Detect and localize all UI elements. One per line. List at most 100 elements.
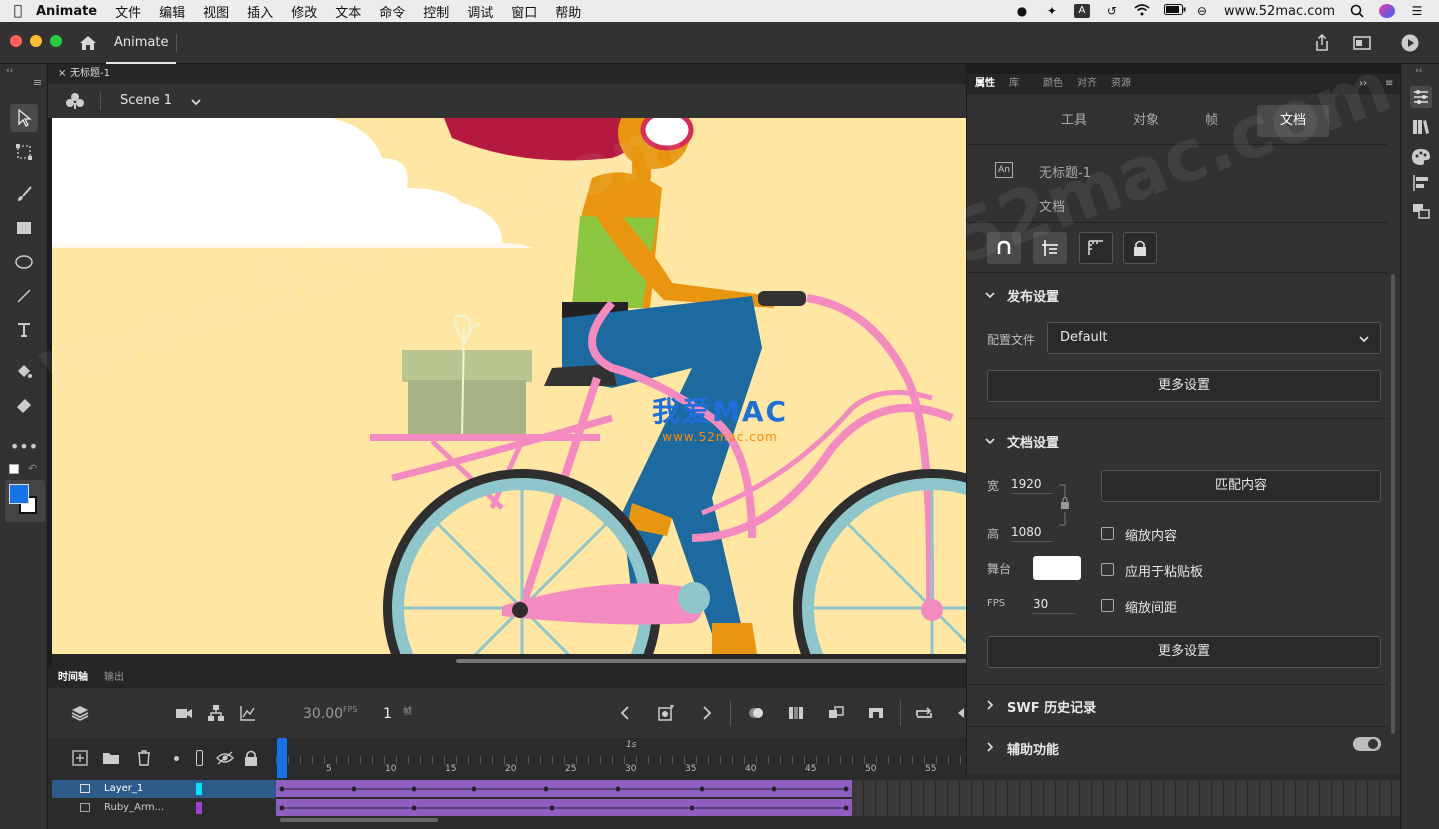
- tab-properties[interactable]: 属性: [975, 74, 995, 94]
- battery-icon[interactable]: [1163, 4, 1186, 18]
- accessibility-title[interactable]: 辅助功能: [1007, 739, 1059, 758]
- layer-name[interactable]: Layer_1: [104, 780, 143, 798]
- accessibility-toggle[interactable]: [1353, 737, 1381, 751]
- menu-window[interactable]: 窗口: [511, 2, 537, 21]
- fill-color-swatch[interactable]: [9, 484, 29, 504]
- snap-to-objects-button[interactable]: [987, 232, 1021, 264]
- camera-icon[interactable]: [174, 703, 194, 723]
- layer-depth-icon[interactable]: [70, 703, 90, 723]
- color-panel-icon[interactable]: [1410, 146, 1432, 168]
- user-switch-icon[interactable]: ⊖: [1194, 4, 1210, 18]
- minimize-window-button[interactable]: [30, 35, 42, 47]
- next-frame-icon[interactable]: [696, 703, 716, 723]
- library-panel-icon[interactable]: [1410, 116, 1432, 138]
- publish-more-settings-button[interactable]: 更多设置: [987, 370, 1381, 402]
- input-method-icon[interactable]: A: [1073, 4, 1090, 18]
- text-tool-icon[interactable]: [10, 316, 38, 344]
- insert-blank-keyframe-icon[interactable]: [866, 703, 886, 723]
- loop-playback-icon[interactable]: [914, 703, 934, 723]
- swf-history-title[interactable]: SWF 历史记录: [1007, 697, 1096, 716]
- document-tab[interactable]: × 无标题-1: [56, 64, 110, 84]
- apply-pasteboard-checkbox[interactable]: [1101, 563, 1114, 576]
- time-machine-icon[interactable]: ↺: [1104, 4, 1120, 18]
- subtab-document[interactable]: 文档: [1257, 105, 1329, 137]
- stage-canvas[interactable]: 我爱MAC www.52mac.com: [52, 118, 966, 654]
- home-icon[interactable]: [78, 33, 98, 53]
- menu-text[interactable]: 文本: [335, 2, 361, 21]
- menu-file[interactable]: 文件: [115, 2, 141, 21]
- scene-dropdown-chevron-icon[interactable]: [190, 96, 202, 110]
- new-folder-icon[interactable]: [102, 750, 120, 769]
- menu-edit[interactable]: 编辑: [159, 2, 185, 21]
- link-dimensions-icon[interactable]: [1059, 484, 1071, 529]
- apple-menu-icon[interactable]: : [0, 3, 36, 19]
- panel-collapse-icon[interactable]: ››: [1359, 74, 1367, 94]
- ghost-status-icon[interactable]: ●: [1014, 4, 1030, 18]
- rectangle-tool-icon[interactable]: [10, 214, 38, 242]
- accessibility-chevron-icon[interactable]: [985, 742, 995, 752]
- close-document-icon[interactable]: ×: [58, 64, 66, 84]
- hide-layers-icon[interactable]: [216, 750, 234, 769]
- tab-library[interactable]: 库: [1009, 74, 1019, 94]
- previous-frame-icon[interactable]: [616, 703, 636, 723]
- puzzle-status-icon[interactable]: ✦: [1044, 4, 1060, 18]
- publish-section-chevron-icon[interactable]: [985, 290, 995, 300]
- paint-bucket-tool-icon[interactable]: [10, 358, 38, 386]
- scene-name[interactable]: Scene 1: [120, 84, 172, 118]
- panel-menu-icon[interactable]: ≡: [1385, 74, 1393, 94]
- scale-spacing-checkbox[interactable]: [1101, 599, 1114, 612]
- close-window-button[interactable]: [10, 35, 22, 47]
- layer-color-swatch[interactable]: [196, 783, 202, 795]
- subtab-object[interactable]: 对象: [1119, 105, 1173, 137]
- rulers-button[interactable]: [1079, 232, 1113, 264]
- menu-app-name[interactable]: Animate: [36, 4, 97, 19]
- tab-timeline[interactable]: 时间轴: [58, 668, 88, 688]
- share-icon[interactable]: [1312, 33, 1332, 53]
- highlight-layers-icon[interactable]: [174, 756, 179, 761]
- stage-horizontal-scrollbar[interactable]: [52, 654, 976, 668]
- menu-control[interactable]: 控制: [423, 2, 449, 21]
- menu-commands[interactable]: 命令: [379, 2, 405, 21]
- line-tool-icon[interactable]: [10, 282, 38, 310]
- publish-settings-title[interactable]: 发布设置: [1007, 286, 1059, 305]
- scale-content-checkbox[interactable]: [1101, 527, 1114, 540]
- snap-align-button[interactable]: [1033, 232, 1067, 264]
- workspace-layout-icon[interactable]: [1352, 33, 1372, 53]
- layer-parenting-icon[interactable]: [206, 703, 226, 723]
- assets-panel-icon[interactable]: [1410, 200, 1432, 222]
- selection-tool-icon[interactable]: [10, 104, 38, 132]
- more-tools-icon[interactable]: •••: [10, 432, 38, 460]
- control-center-icon[interactable]: ☰: [1409, 4, 1425, 18]
- frame-grid-scrollbar[interactable]: [280, 818, 438, 822]
- wifi-icon[interactable]: [1134, 4, 1150, 18]
- lock-layers-icon[interactable]: [244, 750, 258, 769]
- doc-more-settings-button[interactable]: 更多设置: [987, 636, 1381, 668]
- create-classic-tween-icon[interactable]: [826, 703, 846, 723]
- menu-debug[interactable]: 调试: [467, 2, 493, 21]
- fps-field[interactable]: 30: [1033, 597, 1075, 614]
- app-tab[interactable]: Animate: [106, 22, 177, 64]
- subtab-tool[interactable]: 工具: [1047, 105, 1101, 137]
- fill-stroke-color-well[interactable]: [5, 480, 45, 522]
- free-transform-tool-icon[interactable]: [10, 138, 38, 166]
- siri-icon[interactable]: [1379, 4, 1395, 18]
- align-panel-icon[interactable]: [1410, 172, 1432, 194]
- stage-scroll-thumb[interactable]: [456, 659, 976, 663]
- tab-assets[interactable]: 资源: [1111, 74, 1131, 94]
- tab-color[interactable]: 颜色: [1043, 74, 1063, 94]
- brush-tool-icon[interactable]: [10, 180, 38, 208]
- delete-layer-icon[interactable]: [136, 749, 152, 770]
- tab-align[interactable]: 对齐: [1077, 74, 1097, 94]
- doc-settings-chevron-icon[interactable]: [985, 436, 995, 446]
- frame-grid[interactable]: [276, 778, 1400, 829]
- stage-color-swatch[interactable]: [1033, 556, 1081, 580]
- properties-scrollbar[interactable]: [1391, 274, 1395, 734]
- tween-span-layer-1[interactable]: [276, 780, 852, 797]
- width-field[interactable]: 1920: [1011, 477, 1053, 494]
- strip-collapse-icon[interactable]: ‹‹: [1415, 66, 1422, 76]
- edit-multiple-frames-icon[interactable]: [786, 703, 806, 723]
- swf-history-chevron-icon[interactable]: [985, 700, 995, 710]
- collapse-toolbar-icon[interactable]: ‹‹: [6, 66, 13, 76]
- properties-panel-icon[interactable]: [1410, 86, 1432, 108]
- new-layer-icon[interactable]: [72, 750, 88, 769]
